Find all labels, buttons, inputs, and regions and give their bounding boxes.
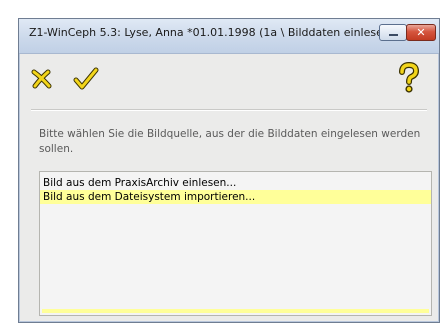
confirm-icon[interactable] — [73, 67, 99, 95]
image-source-list[interactable]: Bild aus dem PraxisArchiv einlesen... Bi… — [39, 171, 432, 316]
list-bottom-highlight — [42, 309, 429, 313]
close-button[interactable]: ✕ — [406, 24, 436, 41]
dialog-window: Z1-WinCeph 5.3: Lyse, Anna *01.01.1998 (… — [18, 18, 440, 323]
title-bar[interactable]: Z1-WinCeph 5.3: Lyse, Anna *01.01.1998 (… — [19, 19, 439, 54]
list-item-praxisarchiv[interactable]: Bild aus dem PraxisArchiv einlesen... — [40, 176, 431, 190]
close-icon: ✕ — [416, 26, 426, 39]
list-item-dateisystem[interactable]: Bild aus dem Dateisystem importieren... — [40, 190, 431, 204]
minimize-icon — [388, 34, 398, 36]
prompt-text: Bitte wählen Sie die Bildquelle, aus der… — [39, 128, 421, 155]
minimize-button[interactable] — [379, 24, 407, 41]
toolbar — [19, 54, 439, 106]
cancel-icon[interactable] — [31, 69, 53, 93]
toolbar-separator — [31, 109, 427, 111]
window-title: Z1-WinCeph 5.3: Lyse, Anna *01.01.1998 (… — [29, 26, 390, 39]
help-icon[interactable] — [397, 61, 421, 98]
